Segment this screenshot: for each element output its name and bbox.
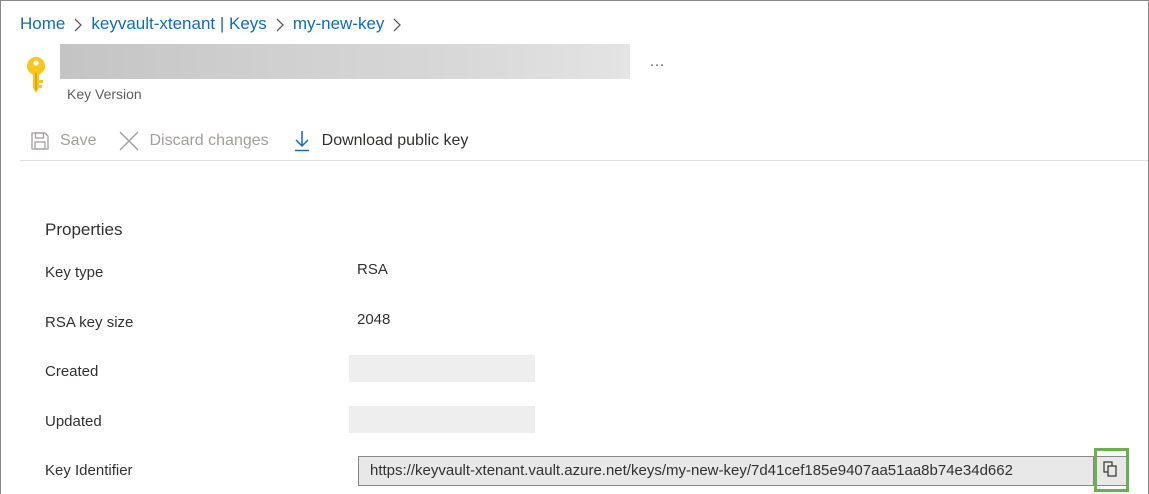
breadcrumb-my-new-key[interactable]: my-new-key [293, 14, 385, 34]
updated-value-redacted [349, 406, 535, 433]
key-identifier-label: Key Identifier [45, 462, 133, 479]
updated-label: Updated [45, 413, 102, 430]
breadcrumb: Home keyvault-xtenant | Keys my-new-key [20, 12, 410, 36]
copy-icon [1103, 460, 1117, 482]
command-bar: Save Discard changes Download public key [29, 127, 490, 155]
more-options-icon[interactable]: … [649, 53, 666, 71]
created-value-redacted [349, 355, 535, 382]
save-button[interactable]: Save [29, 129, 96, 153]
properties-heading: Properties [45, 220, 123, 239]
discard-changes-button[interactable]: Discard changes [118, 129, 269, 153]
download-public-key-button[interactable]: Download public key [291, 129, 469, 153]
breadcrumb-keyvault-keys[interactable]: keyvault-xtenant | Keys [91, 14, 266, 34]
save-icon [29, 129, 51, 153]
chevron-right-icon [267, 12, 293, 36]
page-subtitle: Key Version [67, 86, 142, 102]
created-label: Created [45, 363, 99, 380]
save-label: Save [60, 132, 97, 149]
breadcrumb-home[interactable]: Home [20, 14, 65, 34]
download-public-key-label: Download public key [321, 132, 469, 149]
key-type-value: RSA [357, 261, 388, 278]
copy-to-clipboard-button[interactable] [1093, 456, 1127, 486]
key-version-blade: Home keyvault-xtenant | Keys my-new-key … [0, 0, 1149, 494]
rsa-key-size-value: 2048 [357, 311, 391, 328]
key-version-title-redacted [60, 44, 630, 79]
download-icon [291, 129, 313, 153]
chevron-right-icon [384, 12, 410, 36]
key-identifier-field[interactable]: https://keyvault-xtenant.vault.azure.net… [358, 456, 1093, 486]
key-type-label: Key type [45, 264, 104, 281]
rsa-key-size-label: RSA key size [45, 314, 134, 331]
close-icon [118, 129, 140, 153]
toolbar-divider [20, 160, 1148, 161]
chevron-right-icon [65, 12, 91, 36]
key-icon [23, 56, 49, 101]
discard-changes-label: Discard changes [149, 132, 269, 149]
